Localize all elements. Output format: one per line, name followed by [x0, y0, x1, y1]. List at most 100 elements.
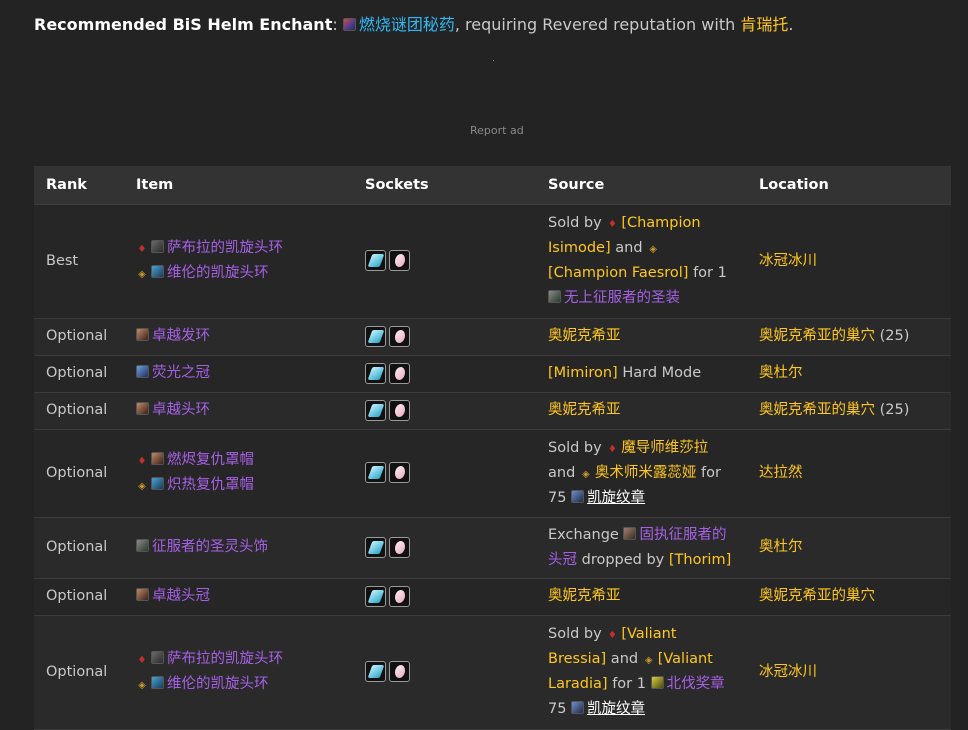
ad-placeholder: [493, 60, 494, 61]
table-header-row: Rank Item Sockets Source Location: [34, 166, 951, 205]
item-link[interactable]: 卓越头冠: [152, 588, 210, 604]
table-row: Optional ♦ 燃烬复仇罩帽 ◈ 炽热复仇罩帽 Sold by ♦ 魔导师维莎拉…: [34, 429, 951, 518]
red-socket-icon[interactable]: [389, 362, 410, 384]
npc-link[interactable]: 奥妮克希亚: [548, 328, 621, 344]
token-link[interactable]: 北伐奖章: [667, 676, 725, 692]
table-row: Optional ♦ 萨布拉的凯旋头环 ◈ 维伦的凯旋头环 Sold by ♦ [Va…: [34, 615, 951, 730]
meta-socket-icon[interactable]: [365, 325, 386, 347]
helm-icon: [151, 676, 164, 689]
header-location: Location: [747, 166, 951, 205]
enchant-period: .: [788, 15, 794, 34]
sockets-cell: [353, 517, 536, 579]
npc-link[interactable]: [Mimiron]: [548, 365, 618, 381]
meta-socket-icon[interactable]: [365, 661, 386, 682]
red-socket-icon[interactable]: [389, 462, 410, 483]
currency-link[interactable]: 凯旋纹章: [587, 490, 645, 506]
item-link[interactable]: 荧光之冠: [152, 365, 210, 381]
red-socket-icon[interactable]: [389, 325, 410, 347]
source-text: and: [606, 651, 643, 667]
helm-icon: [151, 452, 164, 465]
horde-icon: ♦: [607, 219, 617, 230]
token-link[interactable]: 无上征服者的圣装: [564, 290, 680, 306]
npc-link[interactable]: 奥妮克希亚: [548, 402, 621, 418]
sockets-cell: [353, 429, 536, 518]
rank-cell: Optional: [34, 578, 124, 616]
zone-link[interactable]: 达拉然: [759, 465, 803, 481]
horde-icon: ♦: [137, 244, 147, 255]
header-sockets: Sockets: [353, 166, 536, 205]
item-cell: 卓越头冠: [124, 578, 353, 616]
sockets-cell: [353, 578, 536, 616]
zone-link[interactable]: 奥妮克希亚的巢穴: [759, 328, 875, 344]
table-row: Optional 卓越头冠 奥妮克希亚 奥妮克希亚的巢穴: [34, 578, 951, 616]
item-link[interactable]: 征服者的圣灵头饰: [152, 539, 268, 555]
bis-helm-table: Rank Item Sockets Source Location Best ♦…: [34, 166, 951, 730]
horde-icon: ♦: [607, 630, 617, 641]
source-cell: Sold by ♦ [Valiant Bressia] and ◈ [Valiant…: [536, 615, 747, 730]
item-link[interactable]: 萨布拉的凯旋头环: [167, 651, 283, 667]
alliance-icon: ◈: [649, 244, 657, 255]
red-socket-icon[interactable]: [389, 399, 410, 421]
location-cell: 冰冠冰川: [747, 615, 951, 730]
item-link[interactable]: 卓越发环: [152, 328, 210, 344]
faction-link[interactable]: 肯瑞托: [740, 15, 788, 34]
source-text: Hard Mode: [617, 365, 702, 381]
table-row: Optional 卓越发环 奥妮克希亚 奥妮克希亚的巢穴 (25): [34, 318, 951, 356]
item-link[interactable]: 维伦的凯旋头环: [167, 265, 269, 281]
raid-size: (25): [875, 328, 910, 344]
source-text: for 1: [688, 265, 727, 281]
location-cell: 达拉然: [747, 429, 951, 518]
item-cell: ♦ 萨布拉的凯旋头环 ◈ 维伦的凯旋头环: [124, 204, 353, 319]
token-icon: [623, 526, 637, 540]
item-link[interactable]: 炽热复仇罩帽: [167, 477, 254, 493]
item-cell: 卓越头环: [124, 392, 353, 430]
zone-link[interactable]: 奥杜尔: [759, 365, 803, 381]
enchant-requirement-text: , requiring Revered reputation with: [454, 15, 741, 34]
zone-link[interactable]: 奥杜尔: [759, 539, 803, 555]
token-icon: [548, 290, 561, 303]
location-cell: 奥妮克希亚的巢穴 (25): [747, 392, 951, 430]
report-ad-link[interactable]: Report ad: [470, 124, 524, 137]
alliance-icon: ◈: [138, 269, 146, 280]
red-socket-icon[interactable]: [389, 536, 410, 558]
meta-socket-icon[interactable]: [365, 250, 386, 271]
rank-cell: Optional: [34, 318, 124, 356]
currency-link[interactable]: 凯旋纹章: [587, 701, 645, 717]
meta-socket-icon[interactable]: [365, 462, 386, 483]
source-text: Sold by: [548, 626, 607, 642]
meta-socket-icon[interactable]: [365, 399, 386, 421]
item-link[interactable]: 燃烬复仇罩帽: [167, 452, 254, 468]
alliance-icon: ◈: [644, 655, 653, 666]
red-socket-icon[interactable]: [389, 585, 410, 607]
zone-link[interactable]: 冰冠冰川: [759, 253, 817, 269]
item-cell: ♦ 燃烬复仇罩帽 ◈ 炽热复仇罩帽: [124, 429, 353, 518]
horde-icon: ♦: [137, 655, 147, 666]
enchant-label: Recommended BiS Helm Enchant: [34, 15, 333, 34]
source-text: and: [610, 240, 648, 256]
npc-link[interactable]: 魔导师维莎拉: [621, 440, 708, 456]
enchant-link[interactable]: 燃烧谜团秘药: [359, 15, 455, 34]
table-row: Optional 荧光之冠 [Mimiron] Hard Mode 奥杜尔: [34, 355, 951, 393]
npc-link[interactable]: 奥术师米露蕊娅: [595, 465, 697, 481]
zone-link[interactable]: 冰冠冰川: [759, 664, 817, 680]
rank-cell: Optional: [34, 615, 124, 730]
meta-socket-icon[interactable]: [365, 536, 386, 558]
npc-link[interactable]: 奥妮克希亚: [548, 588, 621, 604]
npc-link[interactable]: [Thorim]: [669, 552, 731, 568]
source-cell: 奥妮克希亚: [536, 392, 747, 430]
meta-socket-icon[interactable]: [365, 585, 386, 607]
zone-link[interactable]: 奥妮克希亚的巢穴: [759, 588, 875, 604]
source-text: dropped by: [577, 551, 669, 568]
red-socket-icon[interactable]: [389, 250, 410, 271]
npc-link[interactable]: [Champion Faesrol]: [548, 265, 688, 281]
meta-socket-icon[interactable]: [365, 362, 386, 384]
item-link[interactable]: 维伦的凯旋头环: [167, 676, 269, 692]
sockets-cell: [353, 355, 536, 393]
source-text: Sold by: [548, 215, 607, 231]
item-link[interactable]: 萨布拉的凯旋头环: [167, 240, 283, 256]
zone-link[interactable]: 奥妮克希亚的巢穴: [759, 402, 875, 418]
item-cell: 征服者的圣灵头饰: [124, 517, 353, 579]
red-socket-icon[interactable]: [389, 661, 410, 682]
item-link[interactable]: 卓越头环: [152, 402, 210, 418]
rank-cell: Best: [34, 204, 124, 319]
